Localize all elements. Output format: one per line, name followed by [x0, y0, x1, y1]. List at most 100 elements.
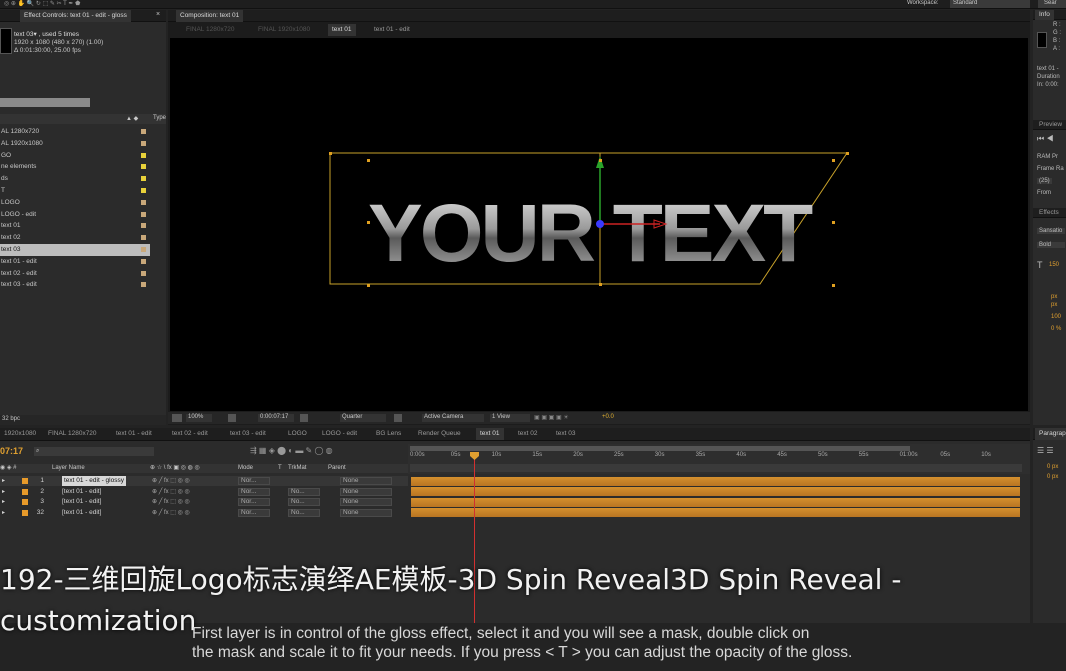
layer-parent-select[interactable]: None: [340, 498, 392, 506]
label-color-swatch[interactable]: [141, 140, 146, 146]
effects-value[interactable]: px: [1051, 302, 1057, 308]
visibility-icon[interactable]: ▸: [2, 487, 5, 497]
project-item[interactable]: text 02: [0, 232, 150, 244]
timeline-tab[interactable]: text 01 - edit: [112, 428, 156, 440]
timeline-search-input[interactable]: ⌕: [34, 447, 154, 456]
project-item[interactable]: text 03: [0, 244, 150, 256]
timeline-tab[interactable]: Render Queue: [414, 428, 465, 440]
effects-value[interactable]: px: [1051, 294, 1057, 300]
layer-switch-icons[interactable]: ⊕ ╱ fx ⬚ ◎ ◎: [152, 508, 190, 518]
project-item[interactable]: AL 1280x720: [0, 126, 150, 138]
timeline-tab[interactable]: text 03: [552, 428, 580, 440]
tab-effects[interactable]: Effects: [1035, 208, 1063, 218]
visibility-icon[interactable]: ▸: [2, 508, 5, 518]
layer-parent-select[interactable]: None: [340, 487, 392, 496]
timecode-display[interactable]: 0:00:07:17: [258, 414, 294, 422]
search-help-input[interactable]: Sear: [1038, 0, 1066, 8]
project-item[interactable]: GO: [0, 150, 150, 162]
layer-switch-icons[interactable]: ⊕ ╱ fx ⬚ ◎ ◎: [152, 487, 190, 497]
layer-switch-icons[interactable]: ⊕ ╱ fx ⬚ ◎ ◎: [152, 476, 190, 486]
project-item[interactable]: text 03 - edit: [0, 279, 150, 291]
layer-mode-select[interactable]: Nor...: [238, 477, 270, 485]
layer-duration-bar[interactable]: [411, 476, 1020, 486]
timeline-tab[interactable]: 1920x1080: [0, 428, 40, 440]
label-color-swatch[interactable]: [141, 152, 146, 158]
timeline-tab[interactable]: LOGO: [284, 428, 311, 440]
workspace-select[interactable]: Standard: [950, 0, 1030, 8]
font-size-value[interactable]: 150: [1049, 262, 1059, 268]
label-color-swatch[interactable]: [141, 164, 146, 170]
layer-trkmat-select[interactable]: No...: [288, 508, 320, 517]
sort-icon[interactable]: ▲ ◆: [126, 115, 138, 122]
tab-composition[interactable]: Composition: text 01: [176, 10, 244, 22]
label-color-swatch[interactable]: [141, 129, 146, 134]
label-color-swatch[interactable]: [141, 211, 146, 217]
label-color-swatch[interactable]: [141, 199, 146, 205]
timeline-tab[interactable]: text 02 - edit: [168, 428, 212, 440]
label-color-swatch[interactable]: [141, 188, 146, 193]
layer-label-color[interactable]: [22, 499, 28, 505]
exposure-value[interactable]: +0.0: [602, 414, 614, 420]
view-option-icons[interactable]: ▣ ▣ ▣ ▣ ☀: [534, 414, 594, 422]
breadcrumb-item[interactable]: text 01: [328, 24, 356, 36]
layer-name[interactable]: text 01 - edit - glossy: [62, 476, 126, 486]
visibility-icon[interactable]: ▸: [2, 476, 5, 486]
layer-name[interactable]: [text 01 - edit]: [62, 497, 101, 507]
breadcrumb-item[interactable]: FINAL 1280x720: [182, 24, 239, 36]
project-search-input[interactable]: [0, 98, 90, 107]
layer-label-color[interactable]: [22, 478, 28, 484]
resolution-select[interactable]: Quarter: [340, 414, 386, 422]
font-select[interactable]: Sansatio: [1037, 228, 1065, 234]
project-item[interactable]: LOGO - edit: [0, 209, 150, 221]
timeline-tab[interactable]: LOGO - edit: [318, 428, 361, 440]
timeline-tool-icons[interactable]: ⇶ ▦ ◈ ⬤ ◐ ▬ ✎ ◯ ◍: [250, 446, 333, 455]
style-select[interactable]: Bold: [1037, 242, 1065, 248]
breadcrumb-item[interactable]: text 01 - edit: [370, 24, 414, 36]
layer-row[interactable]: ▸ 2 [text 01 - edit] ⊕ ╱ fx ⬚ ◎ ◎ Nor... No..…: [0, 487, 408, 497]
work-area-bar[interactable]: [410, 446, 910, 451]
layer-duration-bar[interactable]: [411, 497, 1020, 507]
tab-preview[interactable]: Preview: [1035, 120, 1066, 130]
view-select[interactable]: 1 View: [490, 414, 530, 422]
safe-zones-icon[interactable]: [228, 414, 236, 422]
timeline-tab[interactable]: FINAL 1280x720: [44, 428, 101, 440]
grid-icon[interactable]: [172, 414, 182, 422]
tools-icons[interactable]: ◎ ⊕ ✋ 🔍 ↻ ⬚ ✎ ✂ T ✒ ⬟: [4, 0, 80, 7]
layer-name[interactable]: [text 01 - edit]: [62, 508, 101, 518]
region-icon[interactable]: [394, 414, 402, 422]
project-item[interactable]: ds: [0, 173, 150, 185]
paragraph-value[interactable]: 0 px: [1047, 474, 1058, 480]
tab-effect-controls[interactable]: Effect Controls: text 01 - edit - gloss: [20, 10, 131, 22]
align-icons[interactable]: ☰ ☰: [1037, 446, 1054, 455]
project-item[interactable]: text 02 - edit: [0, 268, 150, 280]
timeline-tab[interactable]: text 02: [514, 428, 542, 440]
project-item[interactable]: text 01 - edit: [0, 256, 150, 268]
visibility-icon[interactable]: ▸: [2, 497, 5, 507]
layer-trkmat-select[interactable]: No...: [288, 498, 320, 506]
timeline-timecode[interactable]: 07:17: [0, 446, 23, 456]
layer-parent-select[interactable]: None: [340, 508, 392, 517]
paragraph-value[interactable]: 0 px: [1047, 464, 1058, 470]
timeline-tab[interactable]: BG Lens: [372, 428, 405, 440]
work-area-range[interactable]: [410, 464, 1022, 472]
frame-rate-field[interactable]: (25): [1037, 178, 1052, 184]
tab-paragraph[interactable]: Paragrap: [1035, 428, 1066, 440]
project-item[interactable]: LOGO: [0, 197, 150, 209]
layer-label-color[interactable]: [22, 488, 28, 495]
close-icon[interactable]: ×: [156, 11, 160, 18]
label-color-swatch[interactable]: [141, 235, 146, 241]
camera-select[interactable]: Active Camera: [422, 414, 484, 422]
project-item[interactable]: text 01: [0, 220, 150, 232]
snapshot-icon[interactable]: [300, 414, 308, 422]
label-color-swatch[interactable]: [141, 247, 146, 252]
breadcrumb-item[interactable]: FINAL 1920x1080: [254, 24, 314, 36]
effects-value[interactable]: 0 %: [1051, 326, 1061, 332]
layer-name[interactable]: [text 01 - edit]: [62, 487, 101, 497]
layer-duration-bar[interactable]: [411, 487, 1020, 496]
label-color-swatch[interactable]: [141, 270, 146, 276]
tab-info[interactable]: Info: [1035, 10, 1054, 20]
layer-label-color[interactable]: [22, 509, 28, 516]
comp-viewer[interactable]: YOUR TEXT: [170, 38, 1028, 411]
project-item[interactable]: T: [0, 185, 150, 197]
label-color-swatch[interactable]: [141, 176, 146, 182]
